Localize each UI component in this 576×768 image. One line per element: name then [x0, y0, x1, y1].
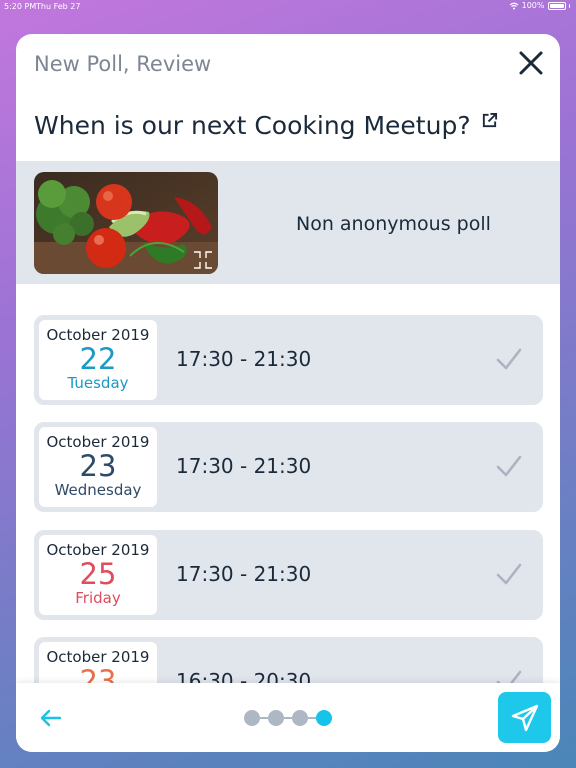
step-dot-1 — [244, 710, 260, 726]
vegetables-image — [34, 172, 218, 274]
time-range: 17:30 - 21:30 — [176, 454, 312, 478]
step-indicator — [244, 710, 332, 726]
step-connector — [308, 717, 316, 719]
time-range: 17:30 - 21:30 — [176, 347, 312, 371]
check-icon[interactable] — [495, 560, 523, 588]
status-bar: 5:20 PM Thu Feb 27 100% — [0, 0, 576, 12]
date-box: October 2019 25 Friday — [39, 535, 157, 615]
date-day: 23 — [79, 664, 117, 683]
send-icon — [511, 704, 538, 731]
poll-options-list[interactable]: October 2019 22 Tuesday 17:30 - 21:30 Oc… — [16, 284, 560, 683]
poll-info-panel: Non anonymous poll — [16, 161, 560, 284]
battery-icon — [547, 1, 566, 10]
poll-option[interactable]: October 2019 23 16:30 - 20:30 — [34, 637, 543, 683]
date-weekday: Friday — [75, 589, 121, 607]
footer-bar — [16, 683, 560, 752]
date-box: October 2019 22 Tuesday — [39, 320, 157, 400]
date-box: October 2019 23 Wednesday — [39, 427, 157, 507]
status-date: Thu Feb 27 — [36, 2, 81, 11]
poll-review-card: New Poll, Review When is our next Cookin… — [16, 34, 560, 752]
close-icon[interactable] — [516, 48, 546, 78]
step-connector — [284, 717, 292, 719]
date-weekday: Wednesday — [54, 481, 142, 499]
check-icon[interactable] — [495, 452, 523, 480]
anonymity-label: Non anonymous poll — [296, 213, 491, 235]
page-title: New Poll, Review — [34, 52, 212, 76]
step-connector — [260, 717, 268, 719]
poll-image[interactable] — [34, 172, 218, 274]
check-icon[interactable] — [495, 667, 523, 683]
check-icon[interactable] — [495, 345, 523, 373]
poll-option[interactable]: October 2019 22 Tuesday 17:30 - 21:30 — [34, 315, 543, 405]
battery-percent: 100% — [521, 1, 545, 10]
date-day: 25 — [79, 557, 117, 591]
step-dot-4 — [316, 710, 332, 726]
date-box: October 2019 23 — [39, 642, 157, 683]
time-range: 17:30 - 21:30 — [176, 562, 312, 586]
send-button[interactable] — [498, 692, 551, 743]
poll-option[interactable]: October 2019 25 Friday 17:30 - 21:30 — [34, 530, 543, 620]
step-dot-3 — [292, 710, 308, 726]
back-arrow-icon[interactable] — [38, 705, 64, 731]
step-dot-2 — [268, 710, 284, 726]
external-link-icon[interactable] — [481, 112, 498, 129]
time-range: 16:30 - 20:30 — [176, 669, 312, 683]
status-time: 5:20 PM — [4, 2, 37, 11]
wifi-icon — [509, 2, 518, 9]
status-right: 100% — [509, 1, 570, 10]
date-day: 23 — [79, 449, 117, 483]
date-weekday: Tuesday — [67, 374, 129, 392]
poll-question-text: When is our next Cooking Meetup? — [34, 111, 471, 140]
poll-option[interactable]: October 2019 23 Wednesday 17:30 - 21:30 — [34, 422, 543, 512]
battery-tip — [568, 3, 570, 8]
poll-question: When is our next Cooking Meetup? — [34, 111, 498, 140]
date-day: 22 — [79, 342, 117, 376]
